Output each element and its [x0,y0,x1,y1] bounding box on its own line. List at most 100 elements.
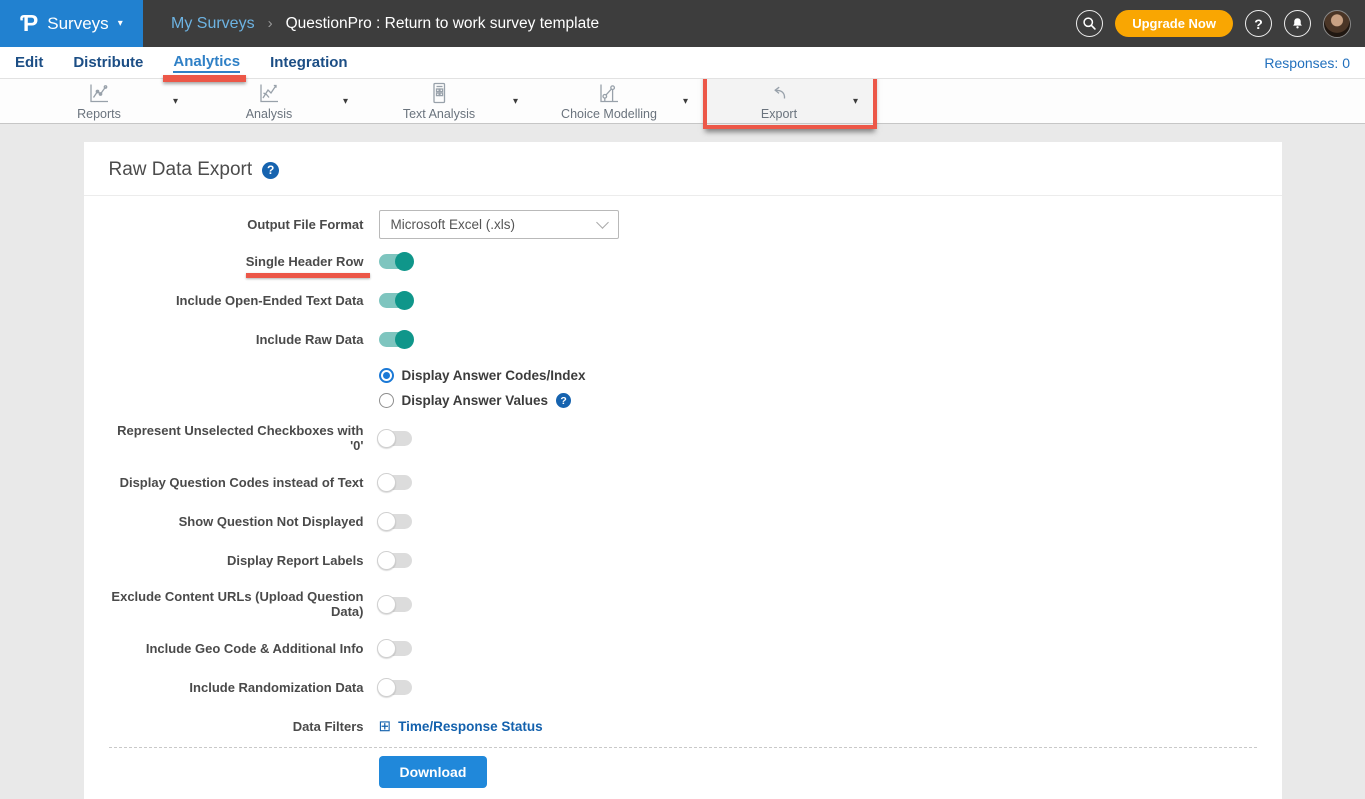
help-icon[interactable]: ? [262,162,279,179]
chevron-down-icon[interactable]: ▾ [513,96,535,107]
toolbar-item-label: Text Analysis [403,107,475,121]
form-row: Data Filters ⊞ Time/Response Status [109,716,1257,736]
randomization-label: Include Randomization Data [109,680,364,695]
data-filters-label: Data Filters [109,719,364,734]
questionpro-logo-icon: Ƥ [20,12,38,35]
single-header-row-label: Single Header Row [109,254,364,269]
search-icon [1082,16,1097,31]
survey-nav: Edit Distribute Analytics Integration Re… [0,47,1365,79]
toggle-knob [377,595,396,614]
toggle-knob [395,330,414,349]
toggle-knob [377,429,396,448]
expand-plus-icon: ⊞ [379,719,392,734]
output-file-format-select[interactable]: Microsoft Excel (.xls) [379,210,619,239]
choice-modelling-icon [597,81,621,105]
chevron-down-icon: ▾ [118,18,123,29]
form-row: Single Header Row [109,251,1257,271]
show-not-displayed-toggle[interactable] [379,514,412,529]
exclude-content-urls-toggle[interactable] [379,597,412,612]
form-row: Include Randomization Data [109,677,1257,697]
download-button[interactable]: Download [379,756,488,788]
question-codes-toggle[interactable] [379,475,412,490]
chevron-down-icon[interactable]: ▾ [173,96,195,107]
geo-code-label: Include Geo Code & Additional Info [109,641,364,656]
top-header: Ƥ Surveys ▾ My Surveys › QuestionPro : R… [0,0,1365,47]
tab-integration[interactable]: Integration [270,54,348,71]
reports-chart-icon [87,81,111,105]
user-avatar[interactable] [1323,10,1351,38]
toolbar-item-reports[interactable]: Reports ▾ [25,79,195,123]
form-row: Show Question Not Displayed [109,511,1257,531]
report-labels-label: Display Report Labels [109,553,364,568]
include-raw-data-toggle[interactable] [379,332,412,347]
chevron-down-icon [596,216,609,229]
help-button[interactable]: ? [1245,10,1272,37]
radio-option-answer-codes[interactable]: Display Answer Codes/Index [379,368,586,383]
tab-distribute[interactable]: Distribute [73,54,143,71]
tab-analytics[interactable]: Analytics [173,53,240,73]
radio-label: Display Answer Values [402,393,549,408]
analysis-chart-icon [257,81,281,105]
export-options-form: Output File Format Microsoft Excel (.xls… [84,196,1282,736]
form-row: Represent Unselected Checkboxes with '0' [109,423,1257,453]
export-arrow-icon [767,81,791,105]
radio-label: Display Answer Codes/Index [402,368,586,383]
selected-format-value: Microsoft Excel (.xls) [391,217,516,232]
page-title: QuestionPro : Return to work survey temp… [286,15,600,33]
toolbar-item-label: Choice Modelling [561,107,657,121]
toggle-knob [377,473,396,492]
toggle-knob [395,252,414,271]
form-row: Output File Format Microsoft Excel (.xls… [109,210,1257,239]
include-open-ended-label: Include Open-Ended Text Data [109,293,364,308]
chevron-down-icon[interactable]: ▾ [683,96,705,107]
chevron-down-icon[interactable]: ▾ [343,96,365,107]
form-row: Include Raw Data [109,329,1257,349]
panel-title: Raw Data Export [109,159,253,181]
chevron-down-icon[interactable]: ▾ [853,96,875,107]
notifications-button[interactable] [1284,10,1311,37]
breadcrumb-my-surveys[interactable]: My Surveys [171,15,255,33]
tab-edit[interactable]: Edit [15,54,43,71]
form-row: Display Report Labels [109,550,1257,570]
responses-count: Responses: 0 [1264,55,1350,71]
time-response-status-link[interactable]: ⊞ Time/Response Status [379,719,543,734]
form-row: Display Question Codes instead of Text [109,472,1257,492]
question-mark-icon: ? [1254,16,1263,32]
upgrade-now-button[interactable]: Upgrade Now [1115,10,1233,37]
search-button[interactable] [1076,10,1103,37]
raw-data-export-panel: Raw Data Export ? Output File Format Mic… [84,142,1282,799]
help-icon[interactable]: ? [556,393,571,408]
output-file-format-label: Output File Format [109,217,364,232]
toolbar-item-analysis[interactable]: Analysis ▾ [195,79,365,123]
product-switcher[interactable]: Ƥ Surveys ▾ [0,0,143,47]
toolbar-item-export[interactable]: Export ▾ [705,79,875,123]
geo-code-toggle[interactable] [379,641,412,656]
single-header-row-toggle[interactable] [379,254,412,269]
exclude-content-urls-label: Exclude Content URLs (Upload Question Da… [109,589,364,619]
breadcrumb-separator-icon: › [268,15,273,32]
text-analysis-icon [427,81,451,105]
include-open-ended-toggle[interactable] [379,293,412,308]
randomization-toggle[interactable] [379,680,412,695]
toggle-knob [377,551,396,570]
breadcrumb: My Surveys › QuestionPro : Return to wor… [171,15,599,33]
bell-icon [1290,16,1305,31]
question-codes-label: Display Question Codes instead of Text [109,475,364,490]
toolbar-item-choice-modelling[interactable]: Choice Modelling ▾ [535,79,705,123]
product-switcher-label: Surveys [47,14,108,34]
answer-display-radio-group: Display Answer Codes/Index Display Answe… [109,368,1257,408]
form-row: Include Open-Ended Text Data [109,290,1257,310]
toolbar-item-text-analysis[interactable]: Text Analysis ▾ [365,79,535,123]
header-actions: Upgrade Now ? [1076,10,1365,38]
radio-unselected-icon[interactable] [379,393,394,408]
represent-unselected-label: Represent Unselected Checkboxes with '0' [109,423,364,453]
toggle-knob [377,639,396,658]
represent-unselected-toggle[interactable] [379,431,412,446]
radio-selected-icon[interactable] [379,368,394,383]
include-raw-data-label: Include Raw Data [109,332,364,347]
toolbar-item-label: Analysis [246,107,293,121]
toggle-knob [377,512,396,531]
report-labels-toggle[interactable] [379,553,412,568]
form-row: Include Geo Code & Additional Info [109,638,1257,658]
radio-option-answer-values[interactable]: Display Answer Values ? [379,393,572,408]
